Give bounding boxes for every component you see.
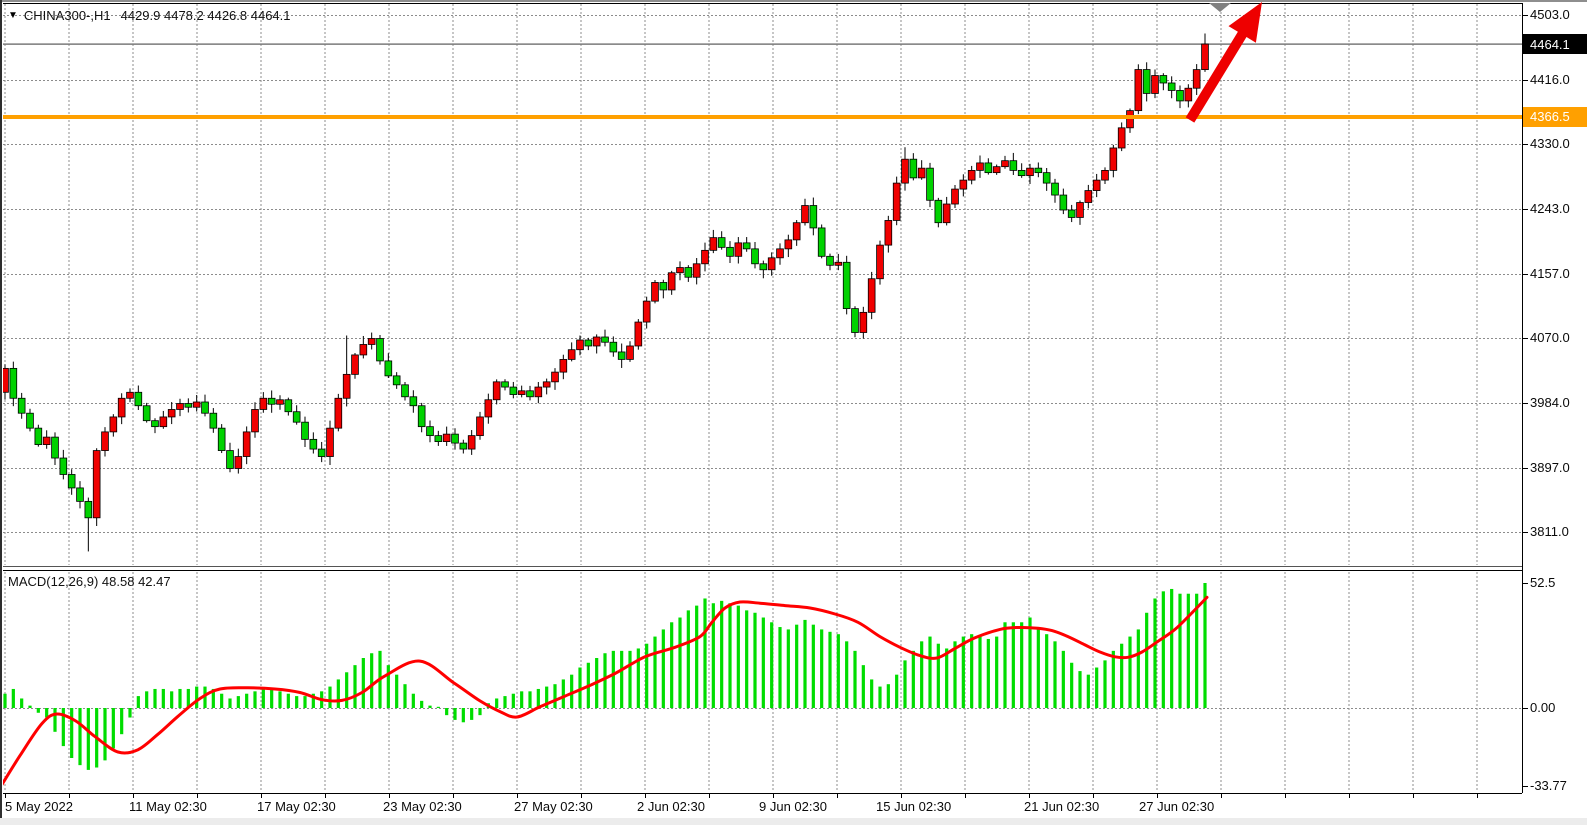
time-axis-label: 27 May 02:30 <box>514 799 593 814</box>
time-axis-label: 23 May 02:30 <box>383 799 462 814</box>
macd-indicator-label: MACD(12,26,9) 48.58 42.47 <box>8 574 171 589</box>
chart-canvas[interactable] <box>0 0 1587 825</box>
price-axis-label: 4070.0 <box>1530 330 1570 345</box>
time-axis-label: 11 May 02:30 <box>129 799 207 814</box>
price-axis-label: 3811.0 <box>1530 524 1569 539</box>
time-axis-label: 5 May 2022 <box>5 799 73 814</box>
macd-axis-label: 52.5 <box>1530 575 1555 590</box>
price-axis-label: 3897.0 <box>1530 460 1570 475</box>
chart-title: ▼ CHINA300-,H1 4429.9 4478.2 4426.8 4464… <box>8 8 291 23</box>
ohlc-readout: 4429.9 4478.2 4426.8 4464.1 <box>121 8 291 23</box>
time-axis-label: 27 Jun 02:30 <box>1139 799 1214 814</box>
symbol-timeframe-label: CHINA300-,H1 <box>24 8 111 23</box>
time-axis-label: 15 Jun 02:30 <box>876 799 951 814</box>
time-axis-label: 21 Jun 02:30 <box>1024 799 1099 814</box>
macd-axis-label: 0.00 <box>1530 700 1555 715</box>
price-axis-label: 4243.0 <box>1530 201 1570 216</box>
time-axis-label: 2 Jun 02:30 <box>637 799 705 814</box>
hline-price-tag: 4366.5 <box>1523 107 1587 127</box>
current-price-tag: 4464.1 <box>1523 34 1587 54</box>
price-axis-label: 4157.0 <box>1530 266 1570 281</box>
trend-arrow <box>1186 2 1262 123</box>
price-axis-label: 3984.0 <box>1530 395 1570 410</box>
time-axis-label: 9 Jun 02:30 <box>759 799 827 814</box>
price-axis-label: 4416.0 <box>1530 72 1570 87</box>
chart-shift-marker-icon <box>1209 3 1231 12</box>
time-axis-label: 17 May 02:30 <box>257 799 336 814</box>
panel-divider[interactable] <box>0 564 1522 572</box>
macd-axis-label: -33.77 <box>1530 778 1567 793</box>
symbol-dropdown-icon[interactable]: ▼ <box>8 10 18 21</box>
price-axis-label: 4330.0 <box>1530 136 1570 151</box>
price-axis-label: 4503.0 <box>1530 7 1570 22</box>
chart-window[interactable]: ▼ CHINA300-,H1 4429.9 4478.2 4426.8 4464… <box>0 0 1587 825</box>
